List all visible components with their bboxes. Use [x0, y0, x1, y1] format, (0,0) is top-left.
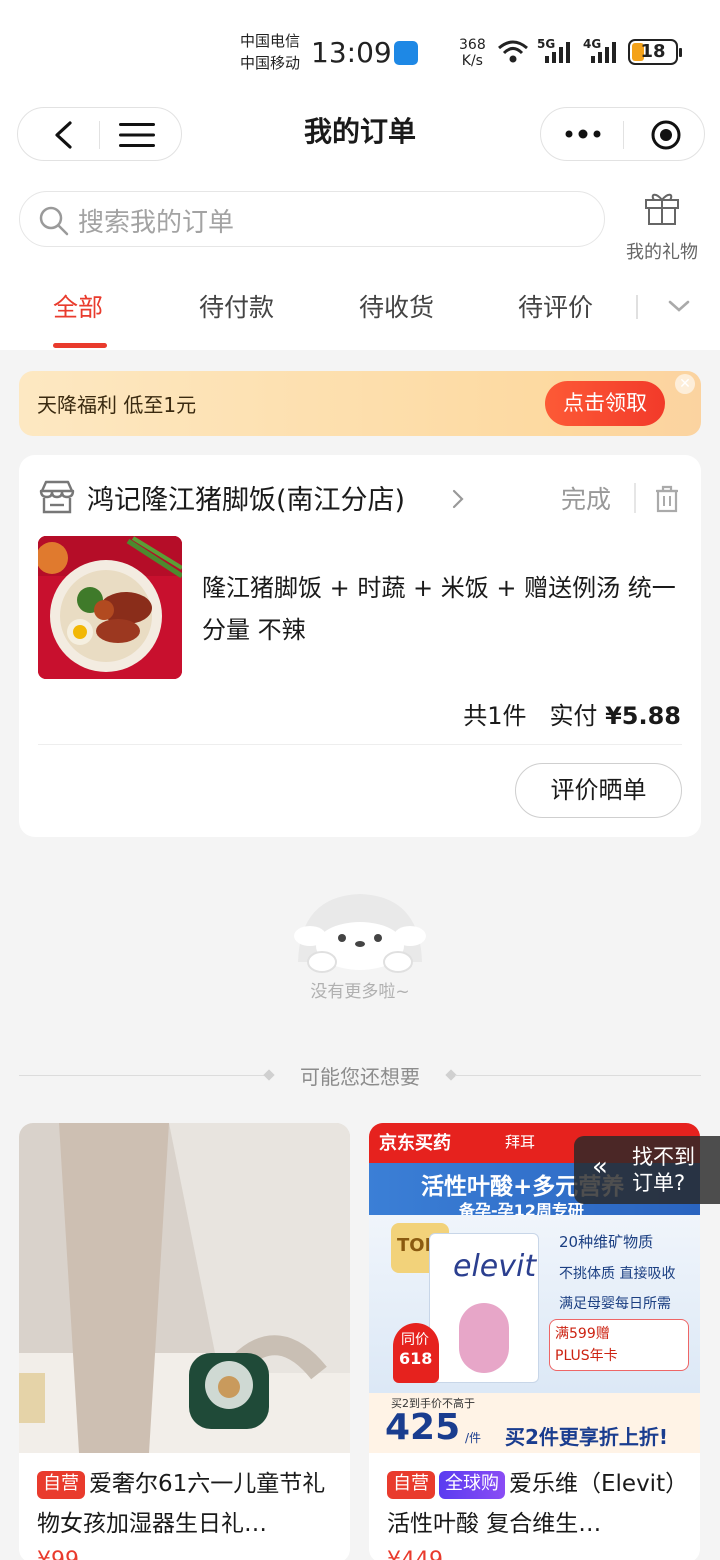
search-placeholder: 搜索我的订单	[78, 208, 235, 238]
promo-banner[interactable]: 天降福利 低至1元 点击领取 ✕	[19, 371, 701, 436]
tab-pending-payment[interactable]: 待付款	[199, 288, 274, 324]
product-thumbnail[interactable]	[38, 536, 182, 679]
promo-text: 天降福利 低至1元	[37, 393, 197, 417]
paid-label: 实付	[549, 702, 598, 730]
nav-right-pill	[540, 107, 705, 161]
battery-level: 18	[640, 41, 666, 62]
global-badge: 全球购	[439, 1471, 505, 1499]
recommend-divider: 可能您还想要	[0, 1061, 720, 1091]
ad-feature-3: 满足母婴每日所需	[559, 1296, 671, 1312]
my-gifts-label: 我的礼物	[626, 242, 698, 263]
review-button[interactable]: 评价晒单	[515, 763, 682, 818]
ad-gift-2: PLUS年卡	[555, 1348, 618, 1364]
ad-brand: 京东买药	[379, 1133, 451, 1154]
recommend-title-1: 自营 爱奢尔61六一儿童节礼物女孩加湿器生日礼…	[37, 1464, 337, 1544]
carrier-1: 中国电信	[240, 32, 301, 50]
shop-icon	[39, 480, 75, 514]
tab-pending-receipt[interactable]: 待收货	[359, 288, 434, 324]
recommend-price-1: ¥99	[37, 1548, 79, 1560]
gift-icon	[645, 193, 679, 225]
paid-amount: ¥5.88	[605, 702, 681, 730]
mascot-icon	[294, 894, 426, 973]
ad-same-price: 同价	[401, 1332, 429, 1348]
shop-name[interactable]: 鸿记隆江猪脚饭(南江分店)	[87, 478, 405, 517]
cant-find-order-button[interactable]: « 找不到 订单?	[574, 1136, 720, 1204]
battery-icon: 18	[628, 39, 682, 65]
tab-divider	[636, 295, 638, 319]
signal-4g-icon: 4G	[583, 37, 621, 64]
notification-icon	[394, 41, 418, 65]
no-more-text: 没有更多啦~	[310, 982, 410, 1002]
signal-5g-icon: 5G	[537, 37, 575, 64]
delete-icon[interactable]	[654, 485, 680, 513]
order-card[interactable]: 鸿记隆江猪脚饭(南江分店) 完成 隆江猪脚饭 + 时蔬 + 米饭 + 赠送例汤 …	[19, 455, 701, 837]
tab-pending-review[interactable]: 待评价	[518, 288, 593, 324]
ad-same-price-2: 618	[399, 1349, 433, 1368]
recommend-price-2: ¥449	[387, 1548, 443, 1560]
ad-feature-2: 不挑体质 直接吸收	[559, 1266, 676, 1282]
carrier-info: 中国电信 中国移动	[240, 30, 300, 74]
speed-unit: K/s	[461, 53, 483, 69]
float-line-2: 订单?	[632, 1171, 686, 1195]
carrier-2: 中国移动	[240, 54, 301, 72]
ad-slogan: 买2件更享折上折!	[505, 1425, 669, 1449]
self-operated-badge: 自营	[37, 1471, 85, 1499]
active-tab-indicator	[53, 343, 107, 348]
float-line-1: 找不到	[632, 1145, 695, 1169]
promo-close-icon[interactable]: ✕	[675, 374, 695, 394]
search-icon	[39, 206, 69, 236]
status-time: 13:09	[311, 36, 392, 69]
item-count: 共1件	[463, 702, 527, 730]
close-miniapp-icon[interactable]	[650, 119, 682, 151]
recommend-item-1[interactable]: 自营 爱奢尔61六一儿童节礼物女孩加湿器生日礼…	[19, 1123, 350, 1560]
product-name[interactable]: 隆江猪脚饭 + 时蔬 + 米饭 + 赠送例汤 统一分量 不辣	[202, 567, 687, 651]
more-icon[interactable]	[565, 128, 601, 140]
ad-product: elevit	[453, 1249, 537, 1284]
tab-all[interactable]: 全部	[53, 288, 103, 324]
search-bar[interactable]: 搜索我的订单	[19, 191, 605, 247]
ad-gift: 满599赠	[555, 1326, 610, 1342]
ad-partner: 拜耳	[505, 1133, 536, 1151]
chevron-right-icon	[452, 489, 464, 509]
promo-claim-button[interactable]: 点击领取	[545, 381, 665, 426]
double-chevron-left-icon: «	[592, 1152, 608, 1182]
ad-feature-1: 20种维矿物质	[559, 1233, 654, 1251]
order-total: 共1件 实付 ¥5.88	[463, 696, 681, 731]
order-status: 完成	[561, 485, 612, 514]
my-gifts-button[interactable]: 我的礼物	[622, 190, 702, 264]
self-operated-badge: 自营	[387, 1471, 435, 1499]
recommend-image-1	[19, 1123, 350, 1453]
network-speed: 368 K/s	[459, 37, 486, 69]
wifi-icon	[498, 40, 528, 63]
recommend-title-2: 自营 全球购 爱乐维（Elevit）活性叶酸 复合维生…	[387, 1464, 687, 1544]
ad-price-unit: /件	[465, 1431, 482, 1445]
speed-value: 368	[459, 37, 486, 53]
chevron-down-icon[interactable]	[667, 298, 691, 314]
ad-price: 425	[385, 1407, 461, 1448]
